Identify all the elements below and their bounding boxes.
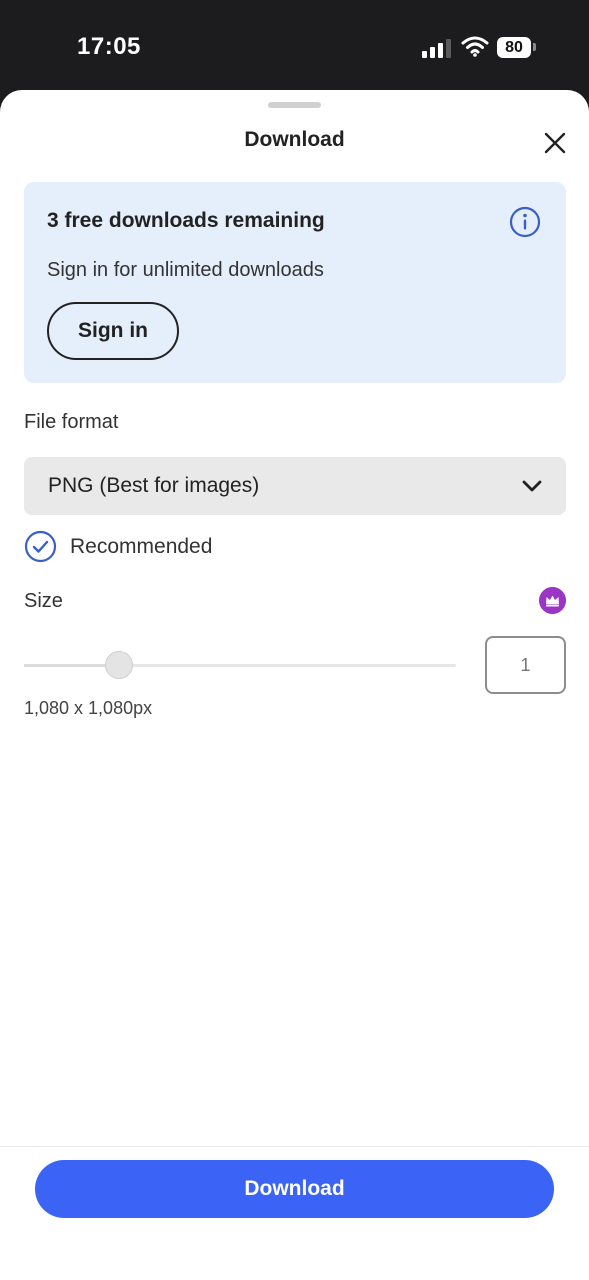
info-icon[interactable] [509,206,541,238]
file-format-label: File format [24,411,119,433]
signal-icon [422,39,451,58]
sheet-grabber[interactable] [268,102,321,108]
wifi-icon [461,36,489,57]
crown-icon [539,587,566,614]
free-downloads-heading: 3 free downloads remaining [47,209,325,232]
free-downloads-card: 3 free downloads remaining Sign in for u… [24,182,566,383]
dimensions-text: 1,080 x 1,080px [24,698,153,718]
size-label: Size [24,590,63,612]
recommended-label: Recommended [70,535,213,558]
battery-icon: 80 [497,37,531,58]
download-button[interactable]: Download [35,1160,554,1218]
size-slider[interactable] [24,651,456,679]
file-format-value: PNG (Best for images) [48,474,260,497]
chevron-down-icon [522,480,542,492]
size-slider-thumb[interactable] [105,651,134,679]
battery-cap [533,43,536,51]
sign-in-button[interactable]: Sign in [47,302,179,360]
close-icon[interactable] [540,128,570,158]
footer-divider [0,1146,589,1147]
checkmark-circle-icon [24,530,57,563]
download-sheet: Download 3 free downloads remaining Sign… [0,90,589,1280]
quantity-input[interactable] [485,636,566,694]
status-time: 17:05 [77,33,141,60]
status-bar: 17:05 80 [0,0,589,92]
sheet-title: Download [244,128,345,151]
free-downloads-subtitle: Sign in for unlimited downloads [47,259,324,281]
file-format-select[interactable]: PNG (Best for images) [24,457,566,515]
